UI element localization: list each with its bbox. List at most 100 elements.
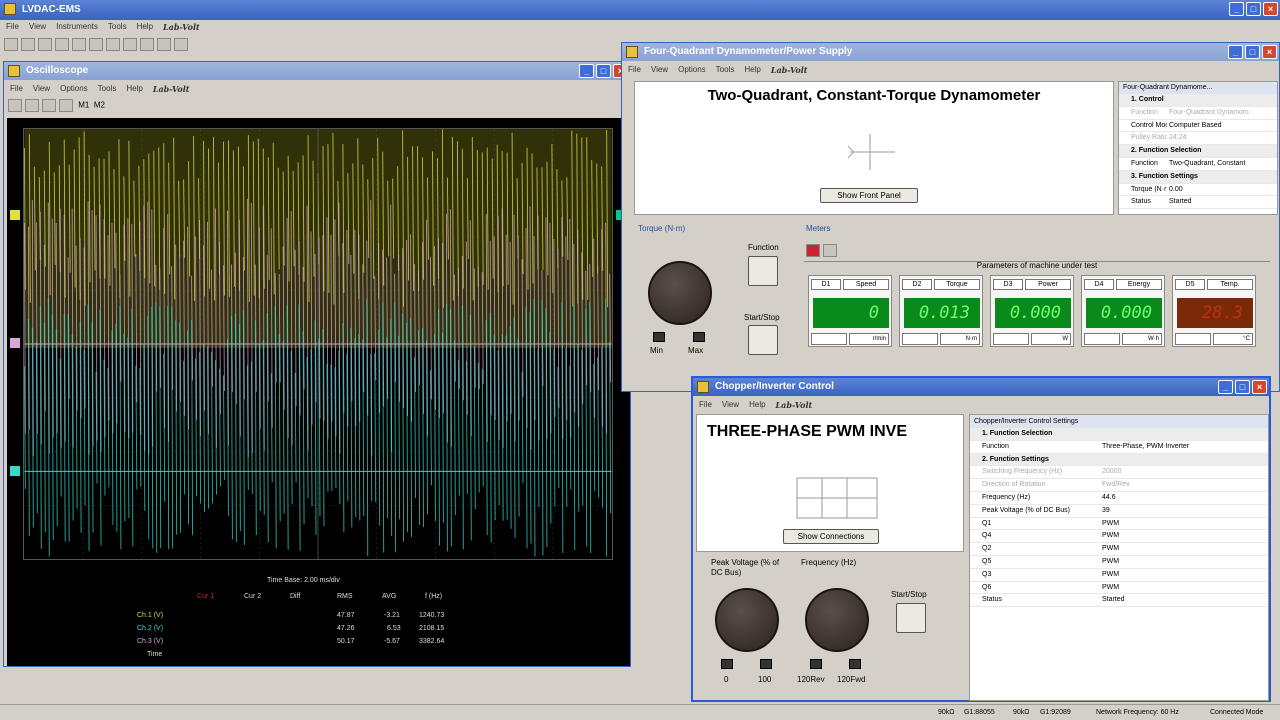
prop-value[interactable]: PWM: [1100, 556, 1268, 568]
meter-name[interactable]: Power: [1025, 279, 1071, 290]
prop-value[interactable]: Four-Quadrant Dynamom: [1167, 107, 1277, 119]
menu-tools[interactable]: Tools: [98, 82, 117, 96]
menu-file[interactable]: File: [10, 82, 23, 96]
maximize-button[interactable]: □: [1235, 380, 1250, 394]
meter-name[interactable]: Speed: [843, 279, 889, 290]
props-row[interactable]: Switching Frequency (Hz) 20000: [970, 466, 1268, 480]
scope-icon[interactable]: [72, 38, 86, 51]
menu-view[interactable]: View: [722, 398, 739, 412]
props-category[interactable]: 2. Function Settings: [970, 453, 1268, 467]
meter-unit[interactable]: W·h: [1122, 333, 1162, 345]
ch2-marker[interactable]: [10, 338, 20, 348]
props-category[interactable]: 3. Function Settings: [1119, 170, 1277, 184]
peak-min-button[interactable]: [721, 659, 733, 669]
maximize-button[interactable]: □: [596, 64, 611, 78]
prop-value[interactable]: 20000: [1100, 466, 1268, 478]
props-row[interactable]: Status Started: [1119, 196, 1277, 210]
prop-value[interactable]: 0.00: [1167, 184, 1277, 196]
phasor-icon[interactable]: [89, 38, 103, 51]
menu-file[interactable]: File: [6, 20, 19, 34]
menu-view[interactable]: View: [651, 63, 668, 77]
meter-unit[interactable]: °C: [1213, 333, 1253, 345]
props-category[interactable]: 2. Function Selection: [1119, 145, 1277, 158]
props-category[interactable]: 1. Control: [1119, 94, 1277, 107]
menu-options[interactable]: Options: [60, 82, 88, 96]
prop-value[interactable]: Computer Based: [1167, 120, 1277, 132]
ch1-marker[interactable]: [10, 210, 20, 220]
dyno-startstop-button[interactable]: [748, 325, 778, 355]
maximize-button[interactable]: □: [1246, 2, 1261, 16]
props-row[interactable]: Function Three-Phase, PWM Inverter: [970, 441, 1268, 454]
instrument-icon[interactable]: [55, 38, 69, 51]
cursor-icon[interactable]: [59, 99, 73, 112]
new-icon[interactable]: [4, 38, 18, 51]
props-category[interactable]: 1. Function Selection: [970, 428, 1268, 441]
close-button[interactable]: ×: [1263, 2, 1278, 16]
props-row[interactable]: Control Moc Computer Based: [1119, 120, 1277, 133]
props-row[interactable]: Q3 PWM: [970, 569, 1268, 582]
print-icon[interactable]: [8, 99, 22, 112]
props-row[interactable]: Function Two-Quadrant, Constant: [1119, 158, 1277, 171]
chopper-startstop-button[interactable]: [896, 603, 926, 633]
torque-max-button[interactable]: [693, 332, 705, 342]
peak-max-button[interactable]: [760, 659, 772, 669]
menu-view[interactable]: View: [33, 82, 50, 96]
meter-name[interactable]: Torque: [934, 279, 980, 290]
props-row[interactable]: Peak Voltage (% of DC Bus) 39: [970, 505, 1268, 518]
props-row[interactable]: Torque (N·r 0.00: [1119, 184, 1277, 197]
prop-value[interactable]: 44.6: [1100, 492, 1268, 504]
peak-voltage-knob[interactable]: [715, 588, 779, 652]
prop-value[interactable]: Started: [1167, 196, 1277, 208]
menu-file[interactable]: File: [628, 63, 641, 77]
ch3-marker[interactable]: [10, 466, 20, 476]
record-icon[interactable]: [25, 99, 39, 112]
meter-icon[interactable]: [106, 38, 120, 51]
prop-value[interactable]: PWM: [1100, 569, 1268, 581]
props-row[interactable]: Frequency (Hz) 44.6: [970, 492, 1268, 505]
menu-help[interactable]: Help: [749, 398, 765, 412]
meter-name[interactable]: Energy: [1116, 279, 1162, 290]
meter-unit[interactable]: N·m: [940, 333, 980, 345]
record-icon[interactable]: [806, 244, 820, 257]
props-row[interactable]: Pulley Ratio 24:24: [1119, 132, 1277, 146]
props-row[interactable]: Q1 PWM: [970, 518, 1268, 531]
menu-tools[interactable]: Tools: [108, 20, 127, 34]
menu-view[interactable]: View: [29, 20, 46, 34]
props-row[interactable]: Q5 PWM: [970, 556, 1268, 569]
props-row[interactable]: Q2 PWM: [970, 543, 1268, 556]
open-icon[interactable]: [21, 38, 35, 51]
menu-tools[interactable]: Tools: [716, 63, 735, 77]
show-connections-button[interactable]: Show Connections: [783, 529, 879, 544]
frequency-knob[interactable]: [805, 588, 869, 652]
menu-help[interactable]: Help: [744, 63, 760, 77]
prop-value[interactable]: PWM: [1100, 530, 1268, 542]
m2-button[interactable]: M2: [94, 101, 105, 110]
props-row[interactable]: Direction of Rotation Fwd/Rev: [970, 479, 1268, 492]
meter-unit[interactable]: r/min: [849, 333, 889, 345]
save-icon[interactable]: [38, 38, 52, 51]
close-button[interactable]: ×: [1252, 380, 1267, 394]
reset-icon[interactable]: [823, 244, 837, 257]
show-front-panel-button[interactable]: Show Front Panel: [820, 188, 918, 203]
m1-button[interactable]: M1: [78, 101, 89, 110]
stop-icon[interactable]: [157, 38, 171, 51]
prop-value[interactable]: Fwd/Rev: [1100, 479, 1268, 491]
torque-min-button[interactable]: [653, 332, 665, 342]
meter-unit[interactable]: W: [1031, 333, 1071, 345]
menu-help[interactable]: Help: [126, 82, 142, 96]
props-row[interactable]: Status Started: [970, 594, 1268, 608]
freq-fwd-button[interactable]: [849, 659, 861, 669]
prop-value[interactable]: PWM: [1100, 582, 1268, 594]
props-row[interactable]: Function Four-Quadrant Dynamom: [1119, 107, 1277, 120]
meter-name[interactable]: Temp.: [1207, 279, 1253, 290]
maximize-button[interactable]: □: [1245, 45, 1260, 59]
menu-help[interactable]: Help: [137, 20, 153, 34]
menu-file[interactable]: File: [699, 398, 712, 412]
minimize-button[interactable]: _: [1218, 380, 1233, 394]
function-button[interactable]: [748, 256, 778, 286]
settings-icon[interactable]: [123, 38, 137, 51]
menu-options[interactable]: Options: [678, 63, 706, 77]
prop-value[interactable]: PWM: [1100, 518, 1268, 530]
props-row[interactable]: Q4 PWM: [970, 530, 1268, 544]
prop-value[interactable]: Two-Quadrant, Constant: [1167, 158, 1277, 170]
